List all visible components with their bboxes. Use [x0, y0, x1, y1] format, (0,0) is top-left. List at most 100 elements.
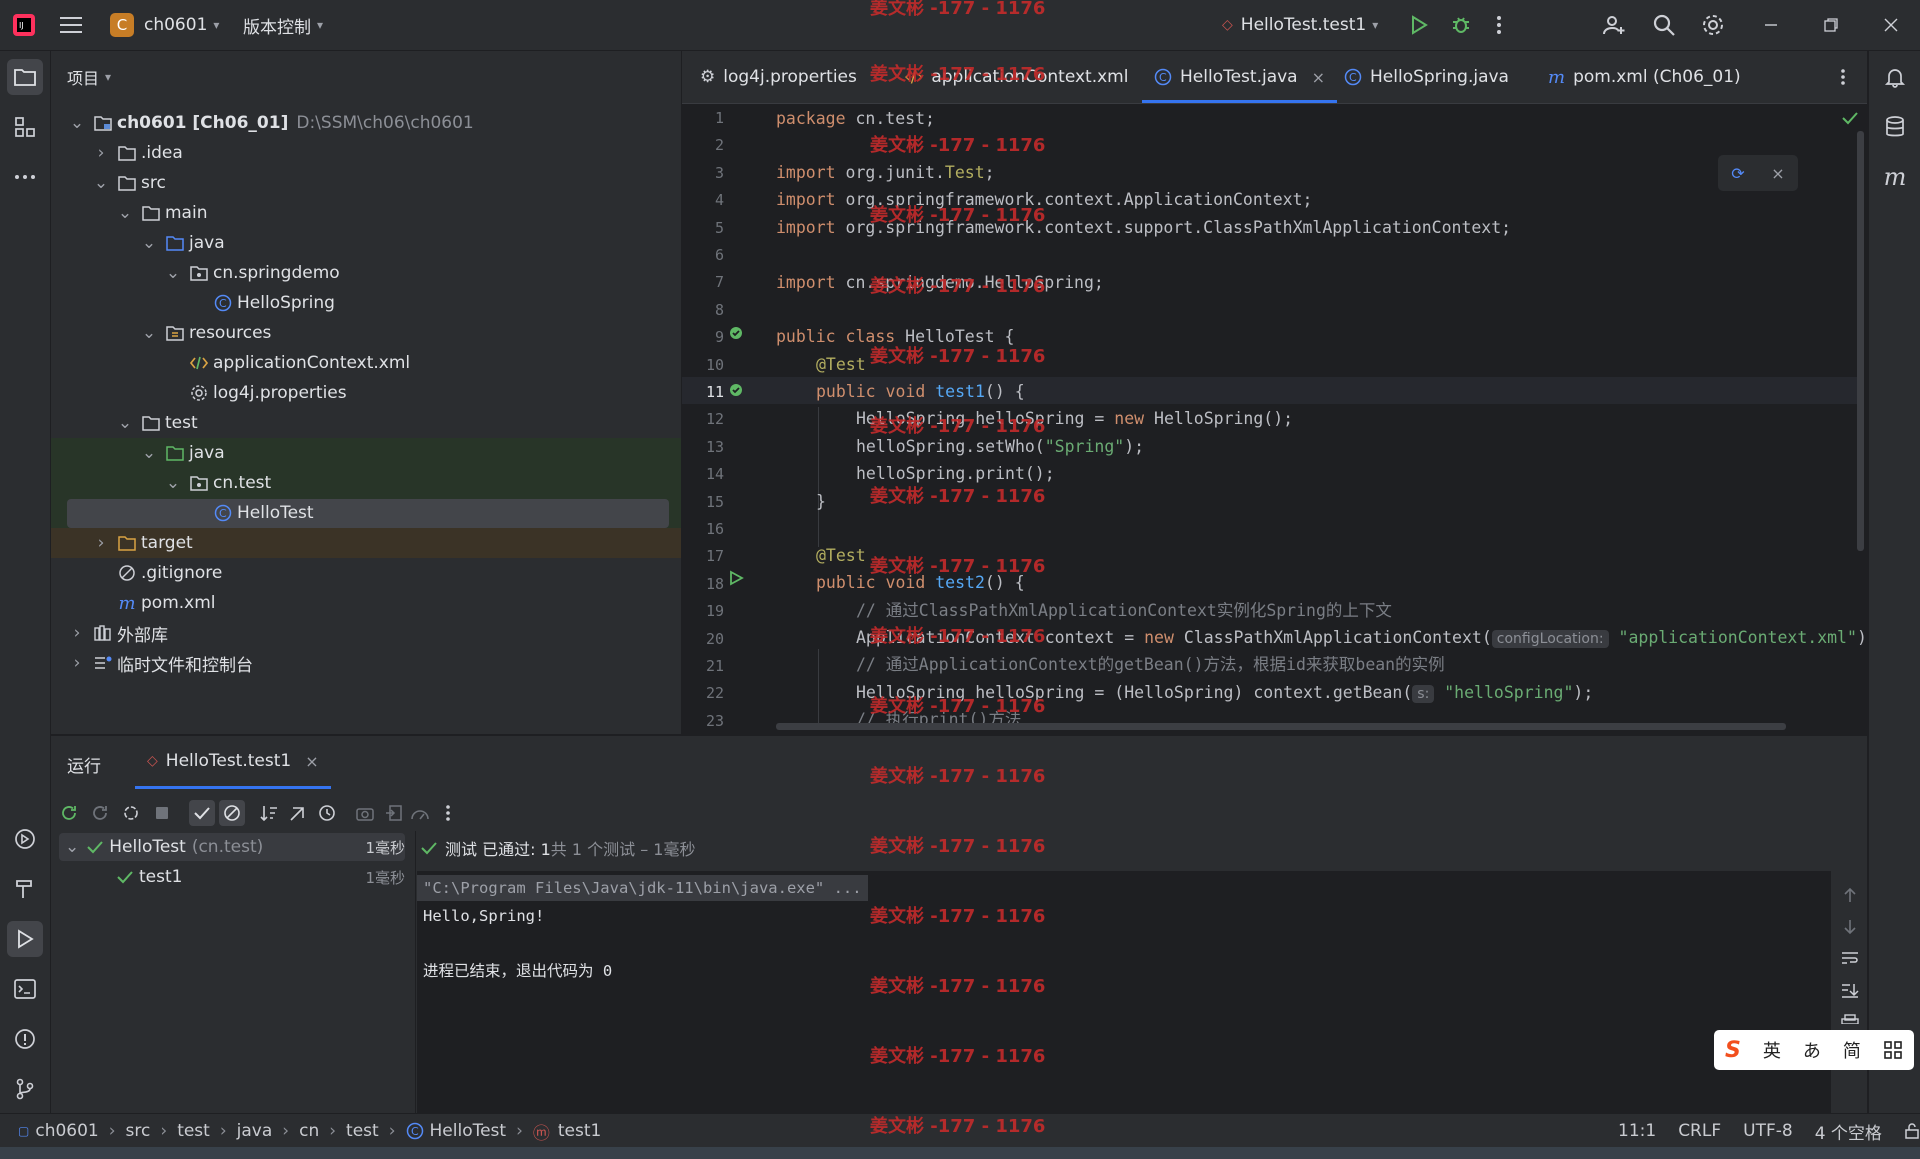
run-test1-icon[interactable]: [728, 382, 744, 398]
debug-button[interactable]: [1450, 0, 1472, 50]
close-icon[interactable]: ×: [305, 752, 318, 771]
vertical-scrollbar[interactable]: [1857, 131, 1864, 551]
vcs-menu[interactable]: 版本控制 ▾: [243, 0, 323, 50]
ime-language[interactable]: 英: [1763, 1037, 1781, 1063]
maven-icon[interactable]: m: [1877, 159, 1913, 195]
tree-item-main-java[interactable]: ⌄ java: [51, 228, 771, 258]
tab-hellotest-java[interactable]: C HelloTest.java ×: [1142, 51, 1337, 103]
breadcrumb-item[interactable]: ch0601: [35, 1121, 98, 1141]
show-ignored-toggle[interactable]: [219, 800, 245, 826]
more-actions-icon[interactable]: [1496, 0, 1502, 50]
breadcrumb-item[interactable]: test1: [558, 1121, 601, 1141]
project-panel-header[interactable]: 项目 ▾: [67, 65, 111, 89]
run-test-class-icon[interactable]: [728, 325, 744, 341]
scroll-to-end-icon[interactable]: [1841, 982, 1859, 998]
test-case-row[interactable]: test1 1毫秒: [65, 863, 405, 891]
reader-mode-icon[interactable]: ⟳: [1731, 164, 1744, 183]
tree-item-root[interactable]: ⌄ ch0601 [Ch06_01] D:\SSM\ch06\ch0601: [51, 108, 699, 138]
caret-position[interactable]: 11:1: [1618, 1121, 1656, 1141]
breadcrumb-item[interactable]: test: [177, 1121, 210, 1141]
project-switcher[interactable]: C ch0601 ▾: [110, 0, 219, 50]
collapse-all-icon[interactable]: [285, 800, 311, 826]
database-icon[interactable]: [1877, 109, 1913, 145]
toggle-auto-test-icon[interactable]: [118, 800, 144, 826]
main-menu-icon[interactable]: [60, 0, 82, 50]
close-icon[interactable]: [1884, 0, 1898, 50]
sogou-logo-icon[interactable]: S: [1725, 1038, 1741, 1063]
breadcrumb-item[interactable]: java: [237, 1121, 273, 1141]
tree-item-pom[interactable]: m pom.xml: [51, 588, 747, 618]
show-passed-toggle[interactable]: [189, 800, 215, 826]
tree-item-target[interactable]: › target: [51, 528, 723, 558]
minimize-icon[interactable]: [1764, 0, 1778, 50]
inspection-ok-icon[interactable]: [1842, 111, 1858, 125]
print-icon[interactable]: [1841, 1014, 1859, 1024]
code-editor[interactable]: ⚙ log4j.properties ‹/› applicationContex…: [682, 51, 1867, 734]
scroll-down-icon[interactable]: [1842, 918, 1858, 936]
terminal-tool-button[interactable]: [7, 971, 43, 1007]
build-tool-button[interactable]: [7, 871, 43, 907]
grid-icon[interactable]: [1883, 1040, 1903, 1060]
rerun-failed-icon[interactable]: [87, 800, 113, 826]
history-icon[interactable]: [314, 800, 340, 826]
restore-icon[interactable]: [1824, 0, 1838, 50]
tab-pom-xml[interactable]: m pom.xml (Ch06_01): [1548, 51, 1741, 103]
breadcrumb-item[interactable]: src: [126, 1121, 151, 1141]
rerun-icon[interactable]: [56, 800, 82, 826]
camera-icon[interactable]: [352, 800, 378, 826]
console-output[interactable]: "C:\Program Files\Java\jdk-11\bin\java.e…: [417, 871, 1831, 1114]
problems-tool-button[interactable]: [7, 1021, 43, 1057]
more-actions-icon[interactable]: [435, 800, 461, 826]
tab-log4j-properties[interactable]: ⚙ log4j.properties: [700, 51, 857, 103]
svg-text:C: C: [1159, 71, 1167, 84]
test-suite-row[interactable]: ⌄ HelloTest (cn.test) 1毫秒: [65, 833, 405, 861]
tab-hellospring-java[interactable]: C HelloSpring.java: [1344, 51, 1509, 103]
horizontal-scrollbar[interactable]: [776, 723, 1786, 730]
more-tools-icon[interactable]: [7, 159, 43, 195]
tree-item-external-libraries[interactable]: › 外部库: [51, 618, 699, 648]
indent-setting[interactable]: 4 个空格: [1815, 1119, 1882, 1144]
run-test2-icon[interactable]: [728, 570, 744, 586]
tree-item-test-java[interactable]: ⌄ java: [51, 438, 771, 468]
sort-alpha-icon[interactable]: [256, 800, 282, 826]
search-icon[interactable]: [1652, 0, 1676, 50]
tab-applicationcontext-xml[interactable]: ‹/› applicationContext.xml: [904, 51, 1128, 103]
tree-item-resources[interactable]: ⌄ resources: [51, 318, 771, 348]
git-tool-button[interactable]: [7, 1071, 43, 1107]
notifications-icon[interactable]: [1877, 59, 1913, 95]
file-encoding[interactable]: UTF-8: [1743, 1121, 1793, 1141]
tree-item-scratches[interactable]: › 临时文件和控制台: [51, 648, 699, 678]
run-tab-hellotest[interactable]: ◇ HelloTest.test1 ×: [135, 736, 331, 789]
structure-tool-button[interactable]: [7, 109, 43, 145]
close-icon[interactable]: ×: [1771, 164, 1784, 183]
gear-icon[interactable]: [1701, 0, 1725, 50]
coverage-icon[interactable]: [407, 800, 433, 826]
breadcrumb-item[interactable]: test: [346, 1121, 379, 1141]
run-button[interactable]: [1408, 0, 1430, 50]
tree-item-gitignore[interactable]: .gitignore: [51, 558, 747, 588]
tree-item-main[interactable]: ⌄ main: [51, 198, 747, 228]
tab-more-icon[interactable]: [1840, 51, 1846, 103]
close-icon[interactable]: ×: [1312, 68, 1325, 87]
soft-wrap-icon[interactable]: [1841, 950, 1859, 966]
tree-item-test[interactable]: ⌄ test: [51, 408, 747, 438]
import-tests-icon[interactable]: [381, 800, 407, 826]
breadcrumb-item[interactable]: HelloTest: [430, 1121, 507, 1141]
lock-icon[interactable]: [1904, 1123, 1920, 1139]
ime-simplified[interactable]: 简: [1843, 1037, 1861, 1063]
stop-icon[interactable]: [149, 800, 175, 826]
app-logo-icon[interactable]: IJ: [12, 0, 36, 50]
line-separator[interactable]: CRLF: [1678, 1121, 1721, 1141]
ime-mode-kana[interactable]: あ: [1803, 1037, 1821, 1063]
add-user-icon[interactable]: [1602, 0, 1626, 50]
breadcrumb-item[interactable]: cn: [299, 1121, 319, 1141]
run-config-selector[interactable]: ◇ HelloTest.test1 ▾: [1222, 0, 1378, 50]
project-tool-button[interactable]: [7, 59, 43, 95]
console-command-line[interactable]: "C:\Program Files\Java\jdk-11\bin\java.e…: [417, 875, 868, 901]
tree-label: log4j.properties: [213, 383, 347, 403]
tree-item-idea[interactable]: › .idea: [51, 138, 723, 168]
run-tool-button[interactable]: [7, 921, 43, 957]
scroll-up-icon[interactable]: [1842, 886, 1858, 904]
services-tool-button[interactable]: [7, 821, 43, 857]
tree-item-src[interactable]: ⌄ src: [51, 168, 723, 198]
